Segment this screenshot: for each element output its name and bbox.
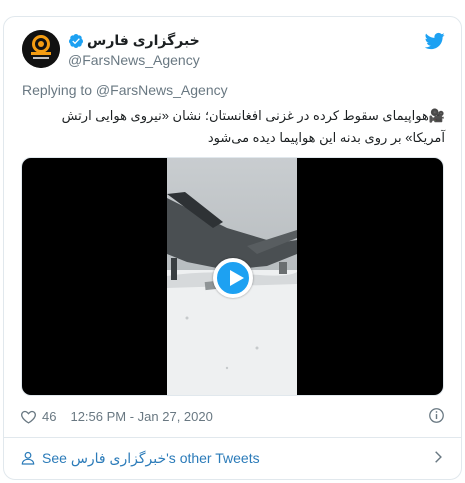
tweet-timestamp[interactable]: 12:56 PM - Jan 27, 2020 — [70, 409, 212, 424]
see-other-tweets-link[interactable]: See خبرگزاری فارس's other Tweets — [20, 447, 445, 469]
author-display-name: خبرگزاری فارس — [87, 32, 200, 48]
avatar[interactable] — [22, 30, 60, 68]
twitter-bird-icon[interactable] — [425, 31, 445, 51]
play-button[interactable] — [213, 258, 253, 298]
person-icon — [21, 451, 35, 465]
like-count[interactable]: 46 — [42, 409, 56, 424]
verified-badge-icon — [68, 33, 83, 48]
video-player[interactable] — [21, 157, 444, 396]
tweet-header: خبرگزاری فارس @FarsNews_Agency — [20, 29, 445, 71]
author-display-name-row: خبرگزاری فارس — [68, 32, 200, 49]
author-handle: @FarsNews_Agency — [68, 52, 200, 68]
tweet-meta: 46 12:56 PM - Jan 27, 2020 — [20, 406, 445, 426]
chevron-right-icon — [435, 451, 442, 463]
replying-to-link[interactable]: Replying to @FarsNews_Agency — [22, 82, 228, 98]
divider — [4, 437, 461, 438]
see-other-tweets-label: See خبرگزاری فارس's other Tweets — [42, 449, 260, 466]
info-icon[interactable] — [428, 407, 445, 424]
tweet-card[interactable]: خبرگزاری فارس @FarsNews_Agency Replying … — [3, 16, 462, 480]
author-names[interactable]: خبرگزاری فارس @FarsNews_Agency — [68, 32, 200, 68]
tweet-text: 🎥هواپیمای سقوط کرده در غزنی افغانستان؛ ن… — [61, 108, 445, 145]
heart-icon[interactable] — [20, 408, 37, 425]
